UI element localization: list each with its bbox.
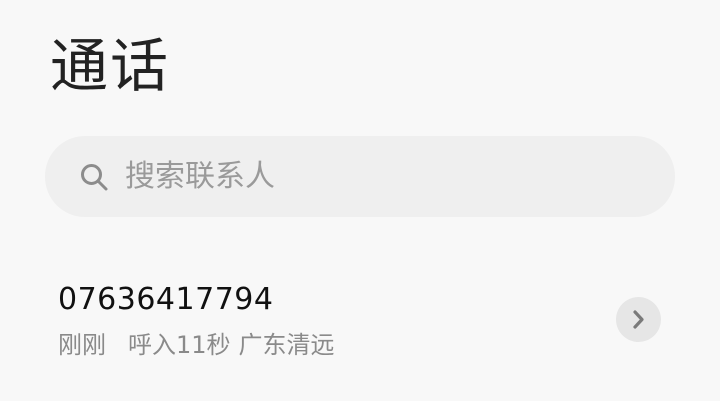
search-input[interactable] [125, 159, 645, 194]
call-location: 广东清远 [238, 331, 335, 359]
call-log-item[interactable]: 07636417794 刚刚 呼入11秒 广东清远 [0, 268, 720, 368]
page-title: 通话 [50, 32, 171, 100]
call-time: 刚刚 [58, 331, 106, 359]
chevron-right-icon [633, 310, 644, 329]
call-meta: 刚刚 呼入11秒 广东清远 [58, 325, 335, 360]
search-bar[interactable] [45, 136, 675, 217]
search-icon [79, 162, 109, 192]
call-detail-button[interactable] [616, 297, 661, 342]
call-number: 07636417794 [58, 282, 274, 317]
call-type-duration: 呼入11秒 [128, 331, 231, 359]
